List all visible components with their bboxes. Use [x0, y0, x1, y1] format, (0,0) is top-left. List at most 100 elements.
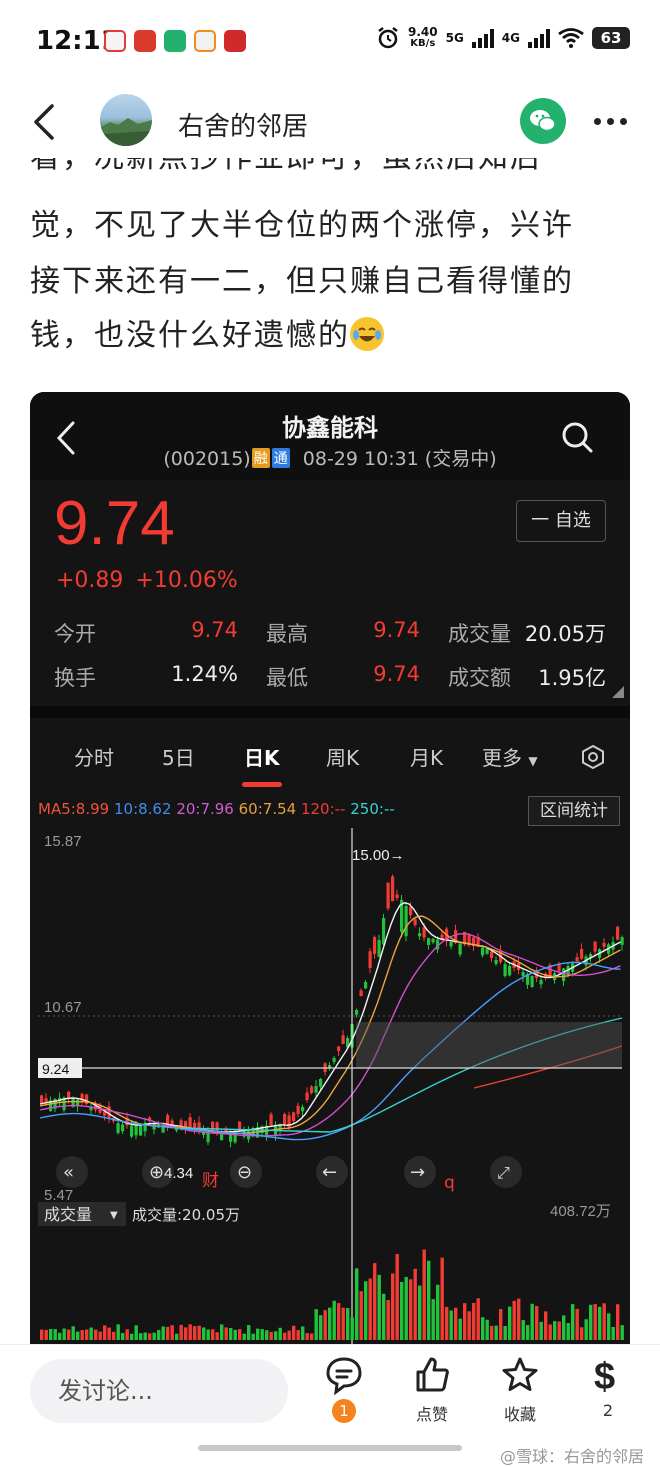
- stock-header: 协鑫能科 (002015) 融通 08-29 10:31 (交易中): [30, 392, 630, 480]
- article-line-3-text: 钱，也没什么好遗憾的: [30, 318, 350, 353]
- volume-bar: [458, 1318, 462, 1340]
- volume-bar: [134, 1325, 138, 1340]
- volume-bar: [161, 1326, 165, 1340]
- candle-body: [139, 1124, 143, 1136]
- high-label: 最高: [266, 622, 308, 646]
- more-options-button[interactable]: [594, 118, 627, 125]
- settings-hexagon-icon: [582, 744, 604, 770]
- candle-body: [508, 966, 512, 976]
- wechat-share-button[interactable]: [520, 98, 566, 144]
- bank-app-icon: [224, 30, 246, 52]
- volume-bar: [341, 1307, 345, 1340]
- volume-bar: [499, 1309, 503, 1340]
- volume-bars-group: [40, 1249, 624, 1340]
- volume-bar: [575, 1308, 579, 1340]
- turnover-label: 换手: [54, 666, 96, 690]
- volume-bar: [517, 1298, 521, 1340]
- volume-bar: [319, 1315, 323, 1340]
- ma20-value: 20:7.96: [176, 800, 234, 818]
- volume-bar: [85, 1329, 89, 1340]
- wechat-icon: [530, 110, 556, 132]
- volume-bar: [238, 1329, 242, 1340]
- comment-input[interactable]: 发讨论...: [30, 1359, 288, 1423]
- stock-screenshot[interactable]: 协鑫能科 (002015) 融通 08-29 10:31 (交易中) 9.74 +…: [30, 392, 630, 1344]
- candle-body: [377, 940, 381, 957]
- candle-body: [458, 943, 462, 955]
- status-right: 9.40 KB/s 5G 4G 63: [376, 26, 630, 50]
- fullscreen-icon: ⤢: [497, 1163, 510, 1182]
- volume-bar: [400, 1281, 404, 1340]
- candle-body: [292, 1112, 296, 1121]
- volume-bar: [557, 1321, 561, 1340]
- volume-bar: [296, 1330, 300, 1340]
- candle-body: [485, 948, 489, 954]
- candle-body: [593, 941, 597, 952]
- volume-bar: [71, 1326, 75, 1340]
- favorite-button[interactable]: 收藏: [490, 1355, 550, 1425]
- volume-bar: [508, 1306, 512, 1340]
- svg-text:$: $: [594, 1356, 615, 1395]
- volume-bar: [274, 1331, 278, 1340]
- volume-bar: [449, 1310, 453, 1340]
- stock-name: 协鑫能科: [282, 414, 378, 442]
- candle-body: [283, 1113, 287, 1125]
- candle-body: [332, 1058, 336, 1062]
- back-arrow-icon[interactable]: [30, 102, 60, 142]
- volume-bar: [472, 1302, 476, 1340]
- candle-body: [616, 926, 620, 940]
- candle-body: [409, 907, 413, 916]
- avatar[interactable]: [100, 94, 152, 146]
- volume-bar: [580, 1327, 584, 1340]
- signal-1-icon: [471, 28, 494, 48]
- map-app-icon: [104, 30, 126, 52]
- article-line-1: 觉，不见了大半仓位的两个涨停，兴许: [30, 208, 574, 243]
- volume-bar: [301, 1326, 305, 1340]
- candle-body: [67, 1091, 71, 1098]
- volume-bar: [193, 1326, 197, 1340]
- stock-price: 9.74: [54, 489, 175, 558]
- author-name[interactable]: 右舍的邻居: [178, 106, 308, 143]
- volume-bar: [404, 1276, 408, 1340]
- volume-bar: [116, 1324, 120, 1340]
- volume-bar: [139, 1333, 143, 1340]
- period-tabs: 分时 5日 日K 周K 月K 更多 ▼: [30, 728, 630, 792]
- volume-bar: [521, 1320, 525, 1340]
- volume-bar: [287, 1330, 291, 1340]
- candle-body: [310, 1086, 314, 1093]
- volume-bar: [220, 1324, 224, 1340]
- like-button[interactable]: 点赞: [402, 1355, 462, 1425]
- candle-body: [395, 894, 399, 899]
- candle-body: [404, 906, 408, 937]
- comments-button[interactable]: 1: [314, 1355, 374, 1423]
- margin-tag: 融: [251, 448, 270, 468]
- stock-change: +0.89 +10.06%: [56, 568, 238, 593]
- volume-bar: [494, 1325, 498, 1340]
- volume-bar: [485, 1319, 489, 1340]
- candle-body: [481, 947, 485, 956]
- add-watchlist-button: 一 自选: [516, 500, 606, 542]
- volume-bar: [382, 1293, 386, 1340]
- volume-bar: [215, 1332, 219, 1340]
- tab-weekly-k: 周K: [326, 746, 360, 770]
- volume-bar: [98, 1331, 102, 1340]
- candle-body: [215, 1122, 219, 1132]
- expand-corner-icon: [612, 686, 624, 698]
- volume-bar: [229, 1328, 233, 1340]
- volume-bar: [269, 1331, 273, 1340]
- home-indicator[interactable]: [198, 1445, 462, 1451]
- volume-bar: [166, 1326, 170, 1340]
- volume-bar: [413, 1268, 417, 1340]
- volume-bar: [445, 1306, 449, 1340]
- ma-lines-group: [39, 901, 623, 1141]
- post-header: 右舍的邻居: [0, 88, 660, 160]
- volume-bar: [512, 1300, 516, 1340]
- candle-body: [503, 964, 507, 977]
- tab-5day: 5日: [162, 746, 195, 770]
- laugh-cry-emoji-icon: [350, 317, 384, 351]
- volume-current-label: 成交量:20.05万: [132, 1206, 240, 1224]
- candle-body: [121, 1124, 125, 1132]
- ma250-value: 250:--: [350, 800, 395, 818]
- candle-body: [521, 972, 525, 976]
- reward-button[interactable]: $ 2: [578, 1355, 638, 1420]
- candle-body: [364, 982, 368, 989]
